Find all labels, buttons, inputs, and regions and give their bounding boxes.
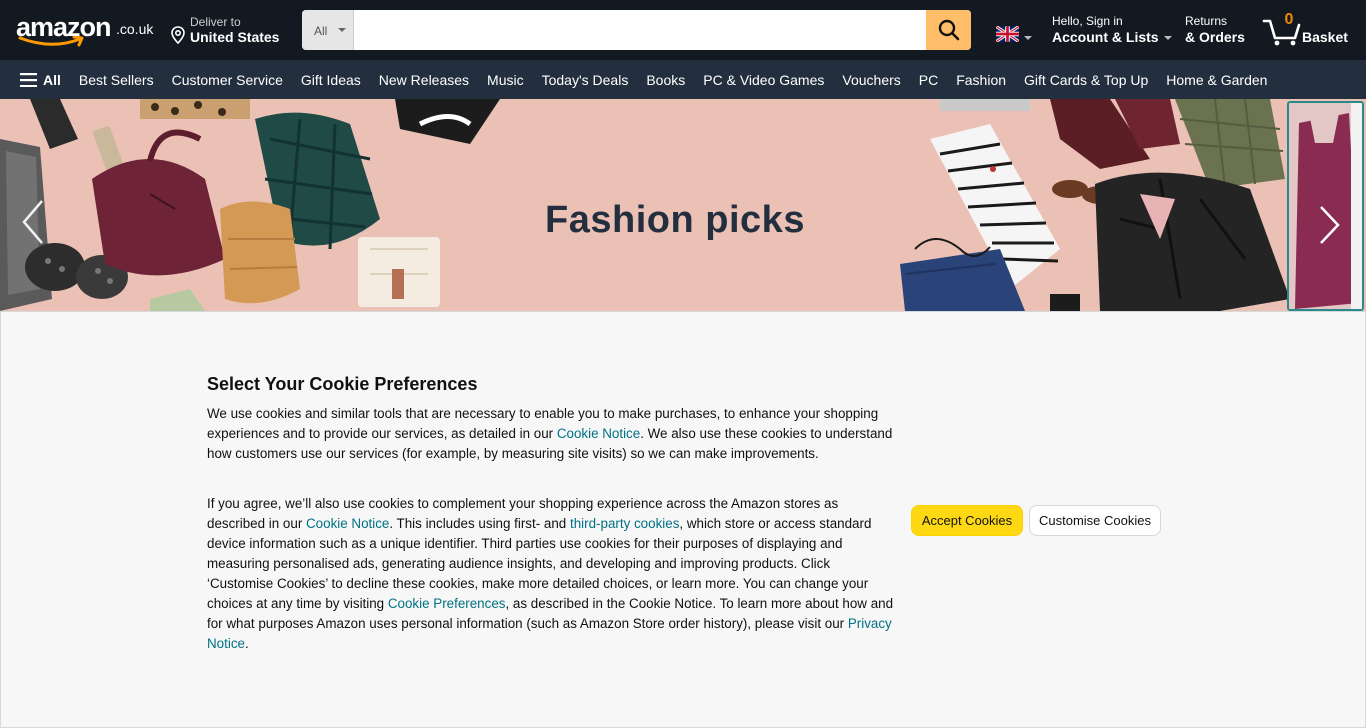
cookie-notice-link[interactable]: Cookie Notice <box>557 426 640 441</box>
search-bar: All <box>302 10 971 50</box>
account-and-lists[interactable]: Hello, Sign in Account & Lists <box>1052 14 1172 46</box>
cart-icon <box>1262 19 1301 46</box>
sub-navigation: All Best Sellers Customer Service Gift I… <box>0 60 1366 99</box>
account-lists-label: Account & Lists <box>1052 29 1172 46</box>
amazon-logo[interactable]: amazon .co.uk <box>16 12 156 50</box>
account-greeting: Hello, Sign in <box>1052 14 1123 28</box>
location-pin-icon <box>171 26 185 44</box>
search-icon <box>938 19 959 41</box>
search-category-dropdown[interactable]: All <box>302 10 354 50</box>
carousel-next-icon[interactable] <box>1316 205 1342 245</box>
hamburger-menu-icon <box>20 72 37 87</box>
cookie-preferences-link[interactable]: Cookie Preferences <box>388 596 506 611</box>
hero-banner[interactable]: Fashion picks <box>0 99 1366 311</box>
deliver-label: Deliver to <box>190 15 241 29</box>
chevron-down-icon <box>1024 36 1032 40</box>
carousel-previous-icon[interactable] <box>20 199 46 245</box>
nav-item-todays-deals[interactable]: Today's Deals <box>542 72 629 88</box>
account-lists-text: Account & Lists <box>1052 29 1159 45</box>
cookie-notice-link[interactable]: Cookie Notice <box>306 516 389 531</box>
orders-label: & Orders <box>1185 29 1245 45</box>
cookie-paragraph-2: If you agree, we’ll also use cookies to … <box>207 494 897 654</box>
search-category-value: All <box>314 24 328 38</box>
basket-label: Basket <box>1302 29 1348 45</box>
nav-item-vouchers[interactable]: Vouchers <box>842 72 900 88</box>
nav-item-new-releases[interactable]: New Releases <box>379 72 469 88</box>
chevron-down-icon <box>1163 36 1172 41</box>
all-menu-button[interactable]: All <box>20 72 61 88</box>
cookie-preferences-panel: Select Your Cookie Preferences We use co… <box>0 311 1366 728</box>
accept-cookies-button[interactable]: Accept Cookies <box>911 505 1023 536</box>
nav-item-customer-service[interactable]: Customer Service <box>172 72 283 88</box>
cookie-paragraph-1: We use cookies and similar tools that ar… <box>207 404 897 464</box>
logo-tld: .co.uk <box>116 21 154 37</box>
search-input[interactable] <box>354 10 927 50</box>
nav-item-books[interactable]: Books <box>646 72 685 88</box>
chevron-down-icon <box>338 28 346 32</box>
cookie-title: Select Your Cookie Preferences <box>207 374 478 394</box>
nav-item-best-sellers[interactable]: Best Sellers <box>79 72 154 88</box>
cookie-p2-text-e: . <box>244 636 249 651</box>
returns-and-orders[interactable]: Returns & Orders <box>1185 14 1245 46</box>
returns-label: Returns <box>1185 14 1228 28</box>
nav-item-pc-video-games[interactable]: PC & Video Games <box>703 72 824 88</box>
search-button[interactable] <box>926 10 971 50</box>
all-menu-label: All <box>43 71 61 88</box>
uk-flag-icon <box>995 25 1020 43</box>
nav-item-pc[interactable]: PC <box>919 72 938 88</box>
nav-item-music[interactable]: Music <box>487 72 524 88</box>
language-selector[interactable] <box>995 25 1032 47</box>
hero-title: Fashion picks <box>545 199 805 241</box>
cookie-p2-text-b: . This includes using first- and <box>389 516 570 531</box>
nav-item-fashion[interactable]: Fashion <box>956 72 1006 88</box>
basket-button[interactable]: 0 Basket <box>1262 10 1354 50</box>
nav-item-home-garden[interactable]: Home & Garden <box>1166 72 1267 88</box>
deliver-country: United States <box>190 29 280 45</box>
third-party-cookies-link[interactable]: third-party cookies <box>570 516 679 531</box>
customise-cookies-button[interactable]: Customise Cookies <box>1029 505 1161 536</box>
nav-item-gift-cards[interactable]: Gift Cards & Top Up <box>1024 72 1148 88</box>
smile-arrow-icon <box>18 36 84 47</box>
nav-item-gift-ideas[interactable]: Gift Ideas <box>301 72 361 88</box>
top-header: amazon .co.uk Deliver to United States A… <box>0 0 1366 60</box>
